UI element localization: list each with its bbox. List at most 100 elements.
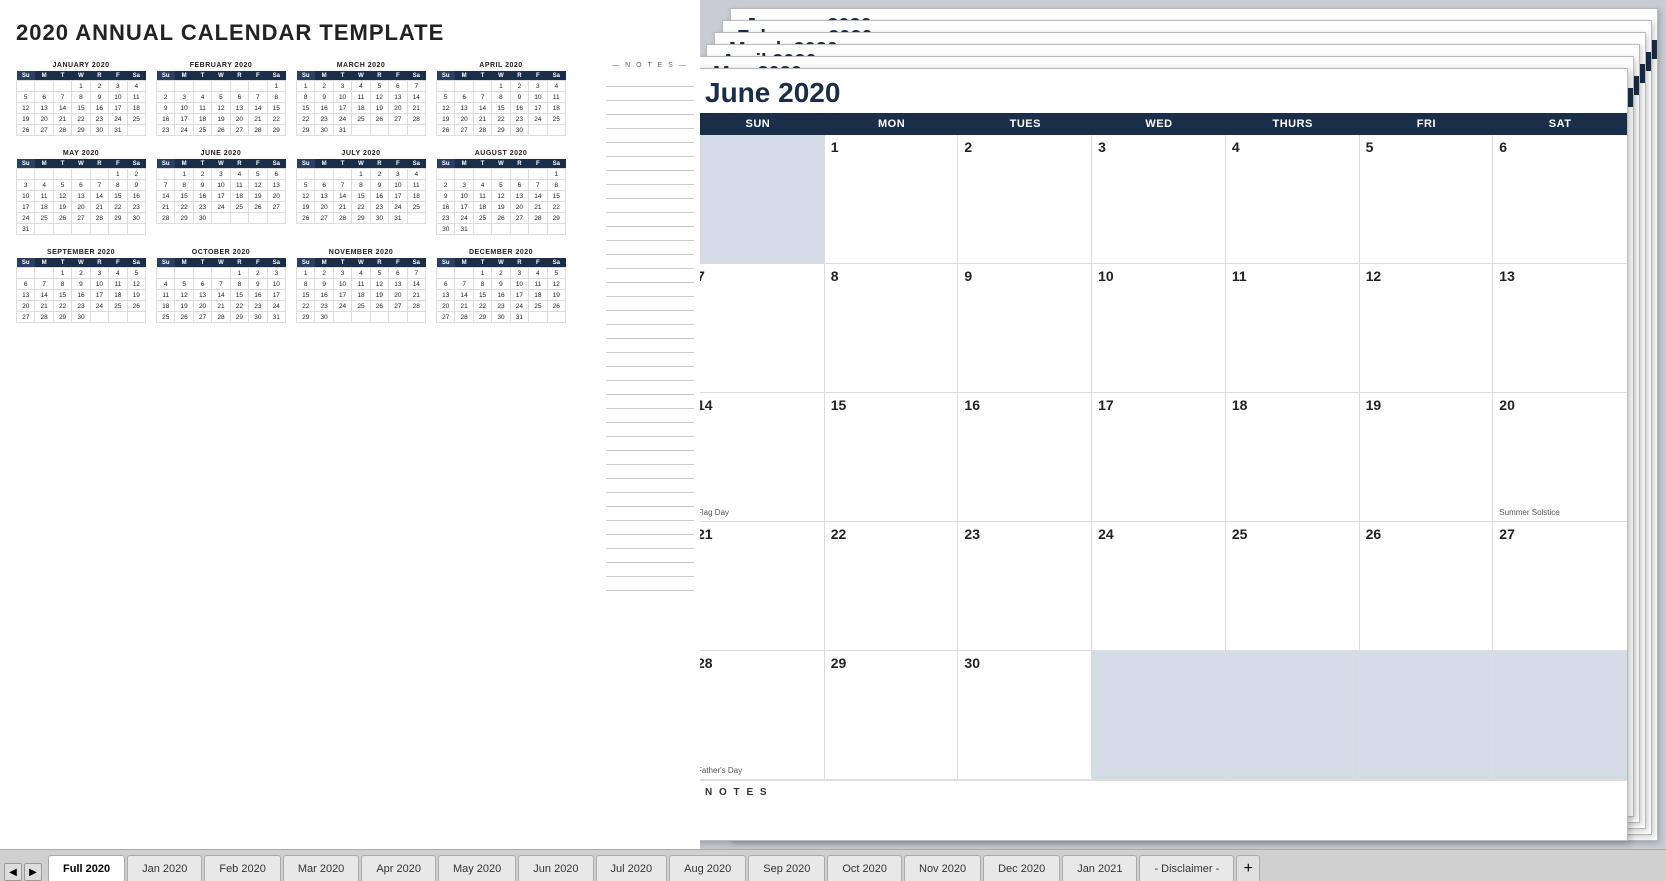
note-line [606,297,694,311]
day-11: 11 [1226,264,1360,392]
day-empty [1226,651,1360,779]
day-2: 2 [958,135,1092,263]
note-line [606,269,694,283]
day-30: 30 [958,651,1092,779]
tab-feb-2020[interactable]: Feb 2020 [204,855,280,881]
day-7: 7 [700,264,825,392]
note-line [606,115,694,129]
day-27: 27 [1493,522,1627,650]
day-8: 8 [825,264,959,392]
notes-panel: — N O T E S — [606,62,694,591]
note-line [606,171,694,185]
day-6: 6 [1493,135,1627,263]
tab-nov-2020[interactable]: Nov 2020 [904,855,981,881]
mini-cals-grid: JANUARY 2020SuMTWRFSa1234567891011121314… [16,62,684,323]
mini-cal-july-2020: JULY 2020SuMTWRFSa1234567891011121314151… [296,150,426,235]
day-1: 1 [825,135,959,263]
note-line [606,465,694,479]
day-5: 5 [1360,135,1494,263]
day-9: 9 [958,264,1092,392]
day-19: 19 [1360,393,1494,521]
note-line [606,157,694,171]
june-header: SUN MON TUES WED THURS FRI SAT [700,113,1627,135]
note-line [606,283,694,297]
day-17: 17 [1092,393,1226,521]
day-20: 20 Summer Solstice [1493,393,1627,521]
tab-mar-2020[interactable]: Mar 2020 [283,855,359,881]
note-line [606,241,694,255]
june-title: June 2020 [700,69,1627,113]
note-line [606,521,694,535]
day-4: 4 [1226,135,1360,263]
tab-aug-2020[interactable]: Aug 2020 [669,855,746,881]
day-15: 15 [825,393,959,521]
tab-jan-2021[interactable]: Jan 2021 [1062,855,1137,881]
nav-right[interactable]: ▶ [24,863,42,881]
day-21: 21 [700,522,825,650]
mini-cal-august-2020: AUGUST 2020SuMTWRFSa12345678910111213141… [436,150,566,235]
note-line [606,381,694,395]
tab-jan-2020[interactable]: Jan 2020 [127,855,202,881]
day-26: 26 [1360,522,1494,650]
mini-cal-april-2020: APRIL 2020SuMTWRFSa123456789101112131415… [436,62,566,136]
note-line [606,549,694,563]
day-13: 13 [1493,264,1627,392]
note-line [606,437,694,451]
tab-oct-2020[interactable]: Oct 2020 [827,855,902,881]
day-18: 18 [1226,393,1360,521]
mini-cal-march-2020: MARCH 2020SuMTWRFSa123456789101112131415… [296,62,426,136]
note-line [606,325,694,339]
tab-bar: ◀ ▶ Full 2020 Jan 2020 Feb 2020 Mar 2020… [0,849,1666,881]
mini-cal-june-2020: JUNE 2020SuMTWRFSa1234567891011121314151… [156,150,286,235]
tab-jun-2020[interactable]: Jun 2020 [518,855,593,881]
note-line [606,129,694,143]
note-line [606,479,694,493]
tab-disclaimer[interactable]: - Disclaimer - [1139,855,1234,881]
mini-cal-december-2020: DECEMBER 2020SuMTWRFSa123456789101112131… [436,249,566,323]
tab-apr-2020[interactable]: Apr 2020 [361,855,436,881]
annual-title: 2020 ANNUAL CALENDAR TEMPLATE [16,20,684,46]
day-24: 24 [1092,522,1226,650]
note-line [606,227,694,241]
notes-label: — N O T E S — [606,62,694,69]
note-line [606,395,694,409]
day-empty [1493,651,1627,779]
left-panel: 2020 ANNUAL CALENDAR TEMPLATE JANUARY 20… [0,0,700,849]
mini-cal-november-2020: NOVEMBER 2020SuMTWRFSa123456789101112131… [296,249,426,323]
tab-full-2020[interactable]: Full 2020 [48,855,125,881]
day-25: 25 [1226,522,1360,650]
tab-jul-2020[interactable]: Jul 2020 [596,855,668,881]
tab-sep-2020[interactable]: Sep 2020 [748,855,825,881]
week-row: 28 Father's Day 29 30 [700,651,1627,780]
day-22: 22 [825,522,959,650]
note-line [606,353,694,367]
june-calendar: June 2020 SUN MON TUES WED THURS FRI SAT… [700,68,1628,841]
day-23: 23 [958,522,1092,650]
add-tab-button[interactable]: + [1236,855,1260,881]
week-row: 21 22 23 24 25 26 27 [700,522,1627,651]
note-line [606,143,694,157]
day-10: 10 [1092,264,1226,392]
note-line [606,493,694,507]
note-line [606,409,694,423]
note-line [606,87,694,101]
day-29: 29 [825,651,959,779]
week-row: 7 8 9 10 11 12 13 [700,264,1627,393]
nav-left[interactable]: ◀ [4,863,22,881]
day-empty [1360,651,1494,779]
note-line [606,255,694,269]
note-line [606,199,694,213]
note-line [606,311,694,325]
day-empty [700,135,825,263]
note-line [606,451,694,465]
note-line [606,185,694,199]
mini-cal-january-2020: JANUARY 2020SuMTWRFSa1234567891011121314… [16,62,146,136]
note-line [606,339,694,353]
day-14: 14 Flag Day [700,393,825,521]
tab-may-2020[interactable]: May 2020 [438,855,516,881]
mini-cal-february-2020: FEBRUARY 2020SuMTWRFSa123456789101112131… [156,62,286,136]
june-body: 1 2 3 4 5 6 7 8 9 10 11 12 13 [700,135,1627,780]
main-area: 2020 ANNUAL CALENDAR TEMPLATE JANUARY 20… [0,0,1666,849]
tab-dec-2020[interactable]: Dec 2020 [983,855,1060,881]
left-panel-inner: JANUARY 2020SuMTWRFSa1234567891011121314… [16,62,684,323]
